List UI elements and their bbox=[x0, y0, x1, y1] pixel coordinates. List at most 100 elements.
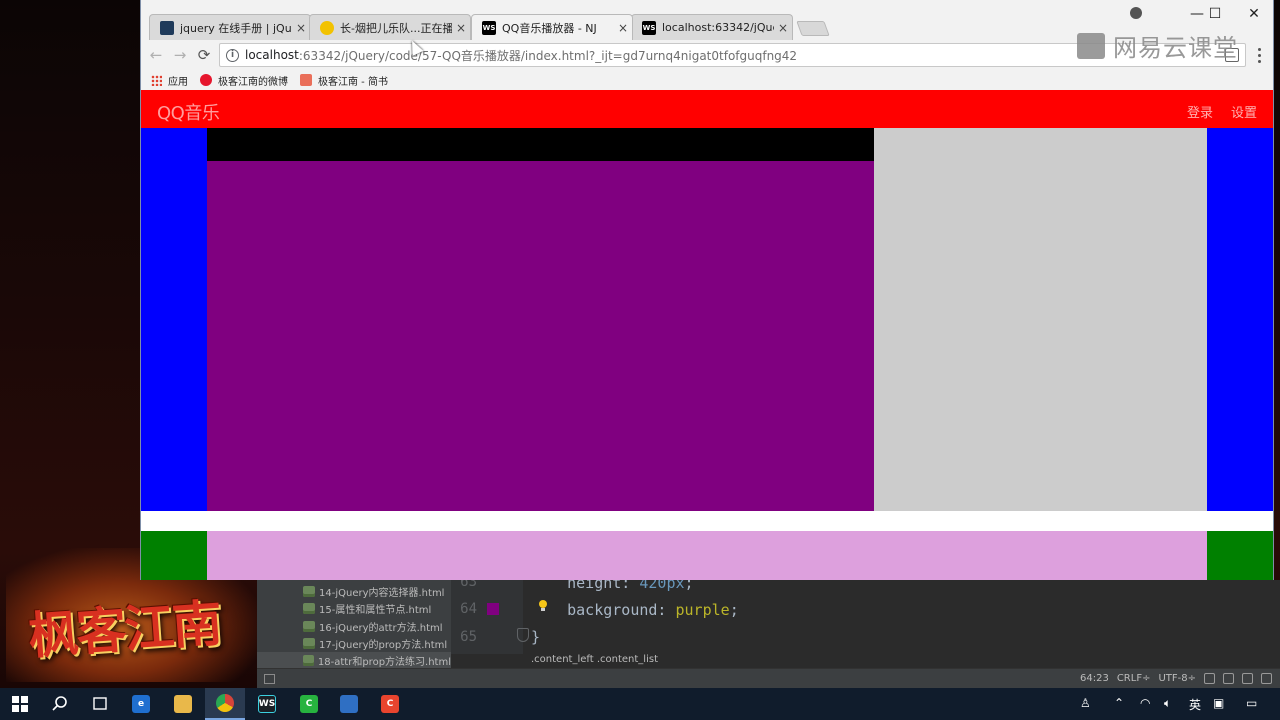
chrome-icon bbox=[216, 694, 234, 712]
url-host: localhost bbox=[245, 48, 299, 62]
recorder-icon: C bbox=[381, 695, 399, 713]
bookmark-jianshu[interactable]: 极客江南 - 简书 bbox=[300, 73, 388, 88]
taskbar: e WS C C ♙ ⌃ ◠ 🔈︎ 英 ▣ ▭ bbox=[0, 688, 1280, 720]
browser-tab[interactable]: WS localhost:63342/jQuery × bbox=[631, 14, 793, 40]
html-file-icon bbox=[303, 621, 315, 632]
inspector-icon[interactable] bbox=[1242, 673, 1253, 684]
close-tab-icon[interactable]: × bbox=[292, 21, 310, 35]
browser-menu-icon[interactable] bbox=[1251, 46, 1267, 64]
content-toolbar bbox=[207, 128, 874, 161]
weibo-icon bbox=[200, 74, 212, 86]
url-path: :63342/jQuery/code/57-QQ音乐播放器/index.html… bbox=[298, 48, 798, 63]
footer-side-left bbox=[141, 531, 207, 580]
page-viewport: QQ音乐 登录 设置 bbox=[141, 90, 1273, 580]
jquery-favicon-icon bbox=[160, 20, 174, 35]
back-button[interactable]: ← bbox=[145, 44, 167, 66]
file-item[interactable]: 17-jQuery的prop方法.html bbox=[303, 635, 447, 652]
browser-tab-active[interactable]: WS QQ音乐播放器 - NJ × bbox=[471, 14, 633, 40]
taskbar-edge[interactable]: e bbox=[121, 688, 161, 720]
html-file-icon bbox=[303, 586, 315, 597]
browser-tab[interactable]: 长-烟把儿乐队...正在播放 × bbox=[309, 14, 471, 40]
jianshu-icon bbox=[300, 74, 312, 86]
browser-window: jquery 在线手册 | jQuer × 长-烟把儿乐队...正在播放 × W… bbox=[140, 0, 1274, 580]
taskbar-webstorm[interactable]: WS bbox=[247, 688, 287, 720]
presenter-icon bbox=[340, 695, 358, 713]
music-favicon-icon bbox=[320, 20, 334, 35]
apps-icon bbox=[151, 74, 162, 86]
color-swatch-icon[interactable] bbox=[487, 603, 499, 615]
file-item[interactable]: 14-jQuery内容选择器.html bbox=[303, 583, 444, 600]
wifi-icon[interactable]: ◠ bbox=[1140, 696, 1150, 710]
bookmark-weibo[interactable]: 极客江南的微博 bbox=[200, 73, 288, 88]
tray-app-icon[interactable]: ▣ bbox=[1213, 696, 1224, 710]
new-tab-button[interactable] bbox=[796, 21, 830, 36]
editor-breadcrumb[interactable]: .content_left .content_list bbox=[531, 654, 658, 665]
settings-link[interactable]: 设置 bbox=[1231, 102, 1257, 121]
taskbar-explorer[interactable] bbox=[163, 688, 203, 720]
search-button[interactable] bbox=[40, 688, 80, 720]
settings-icon[interactable] bbox=[1223, 673, 1234, 684]
file-item-selected[interactable]: 18-attr和prop方法练习.html bbox=[257, 652, 451, 669]
site-logo[interactable]: QQ音乐 bbox=[157, 99, 220, 125]
taskbar-camtasia[interactable]: C bbox=[289, 688, 329, 720]
code-line[interactable]: } bbox=[531, 628, 540, 646]
project-tree: 14-jQuery内容选择器.html 15-属性和属性节点.html 16-j… bbox=[257, 580, 451, 669]
notification-icon[interactable]: ▭ bbox=[1246, 696, 1257, 710]
file-encoding[interactable]: UTF-8÷ bbox=[1158, 673, 1196, 684]
forward-button[interactable]: → bbox=[169, 44, 191, 66]
taskbar-presenter[interactable] bbox=[329, 688, 369, 720]
tray-chevron-icon[interactable]: ⌃ bbox=[1114, 696, 1124, 710]
search-icon bbox=[52, 696, 67, 711]
ide-status-bar: 64:23 CRLF÷ UTF-8÷ bbox=[257, 668, 1280, 688]
browser-tab[interactable]: jquery 在线手册 | jQuer × bbox=[149, 14, 311, 40]
footer-side-right bbox=[1207, 531, 1273, 580]
ide-window: 14-jQuery内容选择器.html 15-属性和属性节点.html 16-j… bbox=[257, 574, 1280, 688]
html-file-icon bbox=[303, 638, 315, 649]
bookmark-apps[interactable]: 应用 bbox=[151, 73, 188, 88]
line-number: 65 bbox=[460, 629, 477, 645]
close-tab-icon[interactable]: × bbox=[614, 21, 632, 35]
code-line[interactable]: background: purple; bbox=[531, 601, 739, 619]
html-file-icon bbox=[303, 655, 314, 666]
task-view-icon bbox=[93, 697, 107, 710]
close-tab-icon[interactable]: × bbox=[774, 21, 792, 35]
profile-icon[interactable] bbox=[1130, 7, 1142, 19]
info-icon[interactable]: i bbox=[226, 48, 239, 62]
content-list bbox=[207, 161, 874, 511]
login-link[interactable]: 登录 bbox=[1187, 102, 1213, 121]
bookmarks-bar: 应用 极客江南的微博 极客江南 - 简书 bbox=[141, 70, 1273, 90]
tool-window-icon[interactable] bbox=[264, 674, 275, 684]
task-view-button[interactable] bbox=[80, 688, 120, 720]
people-icon[interactable]: ♙ bbox=[1080, 696, 1091, 710]
edge-icon: e bbox=[132, 695, 150, 713]
taskbar-chrome[interactable] bbox=[205, 688, 245, 720]
logo-art-text: 枫客江南 bbox=[26, 593, 223, 666]
site-header: QQ音乐 登录 设置 bbox=[141, 90, 1273, 128]
close-window-button[interactable]: ✕ bbox=[1236, 2, 1272, 26]
windows-icon bbox=[12, 696, 28, 712]
line-number: 64 bbox=[460, 601, 477, 617]
reload-button[interactable]: ⟳ bbox=[193, 44, 215, 66]
webstorm-favicon-icon: WS bbox=[642, 20, 656, 35]
file-item[interactable]: 16-jQuery的attr方法.html bbox=[303, 618, 443, 635]
volume-icon[interactable]: 🔈︎ bbox=[1164, 696, 1171, 711]
webstorm-icon: WS bbox=[258, 695, 276, 713]
content-side-left bbox=[141, 128, 207, 511]
folder-icon bbox=[174, 695, 192, 713]
event-log-icon[interactable] bbox=[1261, 673, 1272, 684]
cursor-position[interactable]: 64:23 bbox=[1080, 673, 1109, 684]
taskbar-recorder[interactable]: C bbox=[370, 688, 410, 720]
webstorm-favicon-icon: WS bbox=[482, 20, 496, 35]
netease-logo-icon bbox=[1077, 32, 1105, 59]
footer-middle bbox=[207, 531, 1207, 580]
lock-icon[interactable] bbox=[1204, 673, 1215, 684]
file-item[interactable]: 15-属性和属性节点.html bbox=[303, 600, 431, 617]
fold-marker-icon[interactable] bbox=[517, 628, 529, 642]
close-tab-icon[interactable]: × bbox=[452, 21, 470, 35]
html-file-icon bbox=[303, 603, 315, 614]
line-separator[interactable]: CRLF÷ bbox=[1117, 673, 1151, 684]
input-method-indicator[interactable]: 英 bbox=[1189, 696, 1201, 713]
camtasia-icon: C bbox=[300, 695, 318, 713]
start-button[interactable] bbox=[0, 688, 40, 720]
maximize-button[interactable]: ☐ bbox=[1197, 2, 1233, 26]
